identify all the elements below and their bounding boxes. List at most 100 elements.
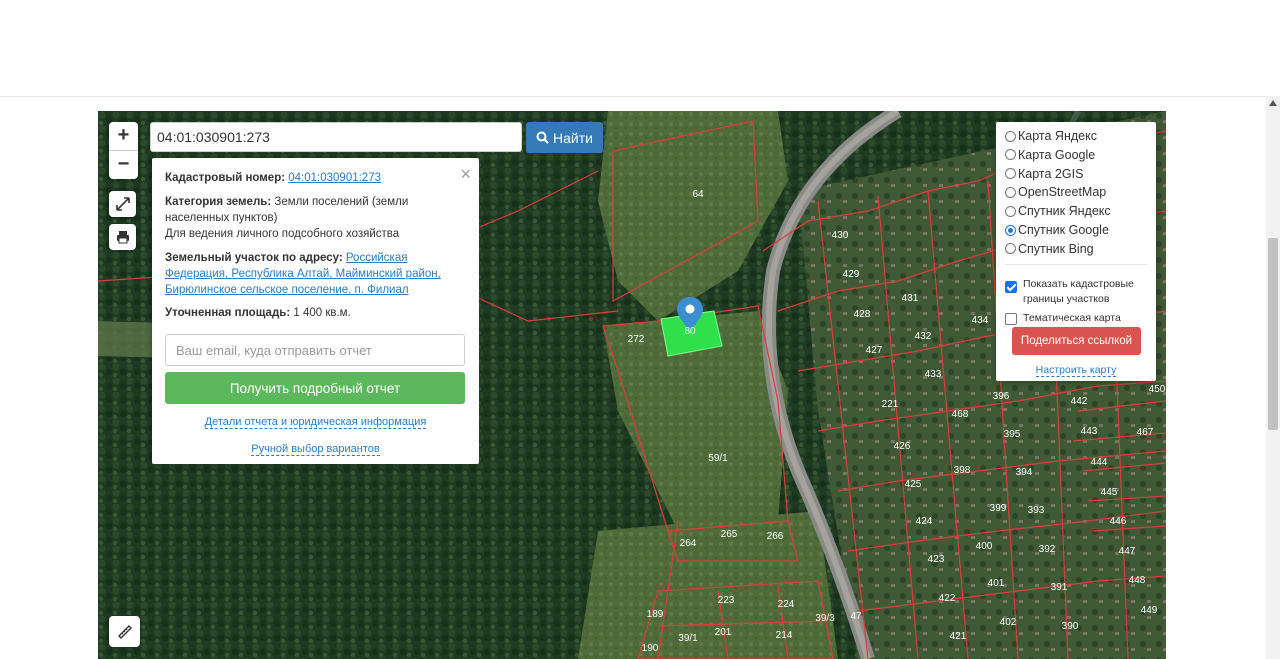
layer-option-label: Карта Google (1018, 147, 1096, 162)
land-usage: Для ведения личного подсобного хозяйства (165, 228, 400, 240)
parcel-label: 190 (642, 643, 659, 654)
details-link-row: Детали отчета и юридическая информация (152, 416, 479, 429)
layer-option-label: Карта Яндекс (1018, 129, 1097, 143)
scroll-up-arrow-icon[interactable] (1269, 100, 1277, 106)
parcel-label: 424 (916, 516, 933, 527)
parcel-label: 423 (928, 554, 945, 565)
cadastral-search-input[interactable] (150, 122, 522, 152)
area-value: 1 400 кв.м. (293, 307, 351, 319)
category-label: Категория земель: (165, 196, 272, 208)
satellite-map[interactable]: 64 272 80 59/1 264 265 266 189 223 224 201 214 190 39… (98, 111, 1166, 659)
setup-map-link[interactable]: Настроить карту (1035, 364, 1117, 377)
layer-option[interactable]: Спутник Bing (1005, 240, 1094, 258)
parcel-label: 47 (850, 611, 862, 622)
radio-button[interactable] (1005, 168, 1016, 180)
parcel-label: 395 (1004, 429, 1021, 440)
thematic-map-checkbox[interactable] (1005, 313, 1017, 325)
parcel-label: 39/3 (815, 613, 835, 624)
parcel-label: 393 (1028, 505, 1045, 516)
parcel-label: 467 (1137, 427, 1154, 438)
radio-button[interactable] (1005, 149, 1016, 161)
ruler-button[interactable] (109, 616, 140, 647)
parcel-label: 442 (1071, 396, 1088, 407)
parcel-label: 443 (1081, 426, 1098, 437)
layer-option[interactable]: Карта Google (1005, 146, 1095, 164)
parcel-label: 266 (767, 531, 784, 542)
parcel-label: 396 (993, 391, 1010, 402)
parcel-label: 401 (988, 578, 1005, 589)
parcel-label: 221 (882, 399, 899, 410)
print-button[interactable] (109, 224, 136, 250)
show-borders-checkbox[interactable] (1005, 281, 1017, 293)
parcel-label: 39/1 (678, 633, 698, 644)
zoom-in-button[interactable]: + (109, 122, 138, 151)
parcel-label: 402 (1000, 617, 1017, 628)
parcel-label: 450 (1149, 384, 1166, 395)
radio-button[interactable] (1005, 224, 1016, 236)
layer-option[interactable]: Спутник Яндекс (1005, 202, 1111, 220)
layer-option-label: Карта 2GIS (1018, 166, 1084, 181)
fullscreen-icon (115, 197, 130, 211)
parcel-label: 431 (902, 293, 919, 304)
radio-button[interactable] (1005, 205, 1016, 217)
parcel-label: 80 (684, 326, 696, 337)
manual-link-row: Ручной выбор вариантов (152, 443, 479, 456)
radio-button[interactable] (1005, 130, 1016, 142)
address-label: Земельный участок по адресу: (165, 252, 343, 264)
parcel-label: 468 (952, 409, 969, 420)
layer-option[interactable]: OpenStreetMap (1005, 183, 1106, 201)
share-link-button[interactable]: Поделиться ссылкой (1012, 327, 1141, 355)
layer-option[interactable]: Спутник Google (1005, 221, 1109, 239)
parcel-label: 37 (98, 111, 104, 114)
parcel-label: 400 (976, 541, 993, 552)
search-button[interactable]: Найти (526, 122, 603, 153)
parcel-label: 64 (692, 189, 704, 200)
parcel-label: 224 (778, 599, 795, 610)
parcel-label: 444 (1091, 457, 1108, 468)
parcel-label: 398 (954, 465, 971, 476)
parcel-label: 223 (718, 595, 735, 606)
parcel-label: 425 (905, 479, 922, 490)
parcel-label: 448 (1129, 575, 1146, 586)
parcel-label: 445 (1101, 487, 1118, 498)
cadastral-number-link[interactable]: 04:01:030901:273 (288, 172, 381, 184)
get-report-button[interactable]: Получить подробный отчет (165, 372, 465, 404)
zoom-control: + − (109, 122, 138, 179)
printer-icon (116, 231, 129, 244)
parcel-label: 421 (950, 631, 967, 642)
page-header (0, 0, 1280, 97)
parcel-label: 264 (680, 538, 697, 549)
parcel-label: 427 (866, 345, 883, 356)
layer-option-label: Спутник Bing (1018, 241, 1094, 256)
radio-button[interactable] (1005, 186, 1016, 198)
layer-option[interactable]: Карта Яндекс (1005, 127, 1097, 145)
layer-option-label: OpenStreetMap (1018, 185, 1107, 200)
cadastral-number-row: Кадастровый номер: 04:01:030901:273 (165, 170, 445, 186)
area-row: Уточненная площадь: 1 400 кв.м. (165, 305, 445, 321)
layer-option-label: Спутник Яндекс (1018, 204, 1111, 219)
parcel-label: 430 (832, 230, 849, 241)
close-icon[interactable]: × (460, 164, 471, 185)
fullscreen-button[interactable] (109, 191, 136, 217)
manual-selection-link[interactable]: Ручной выбор вариантов (251, 443, 380, 456)
search-button-label: Найти (553, 129, 593, 146)
parcel-info-popup: × Кадастровый номер: 04:01:030901:273 Ка… (152, 158, 479, 464)
layer-option[interactable]: Карта 2GIS (1005, 165, 1083, 183)
parcel-label: 59/1 (708, 453, 728, 464)
scroll-thumb[interactable] (1268, 238, 1278, 430)
parcel-label: 189 (647, 609, 664, 620)
radio-button[interactable] (1005, 243, 1016, 255)
zoom-out-button[interactable]: − (109, 151, 138, 179)
email-field[interactable] (165, 334, 465, 366)
layer-option-label: Спутник Google (1018, 223, 1109, 237)
layers-divider (1005, 264, 1147, 265)
parcel-label: 390 (1062, 621, 1079, 632)
show-borders-label: Показать кадастровые границы участков (1023, 278, 1134, 305)
parcel-label: 391 (1051, 582, 1068, 593)
report-details-link[interactable]: Детали отчета и юридическая информация (204, 416, 427, 429)
parcel-label: 265 (721, 529, 738, 540)
layer-switcher: Карта Яндекс Карта Google Карта 2GIS OpenSt… (996, 122, 1156, 381)
address-row: Земельный участок по адресу: Российская … (165, 250, 455, 298)
parcel-label: 434 (972, 315, 989, 326)
thematic-map-label: Тематическая карта (1023, 312, 1121, 324)
